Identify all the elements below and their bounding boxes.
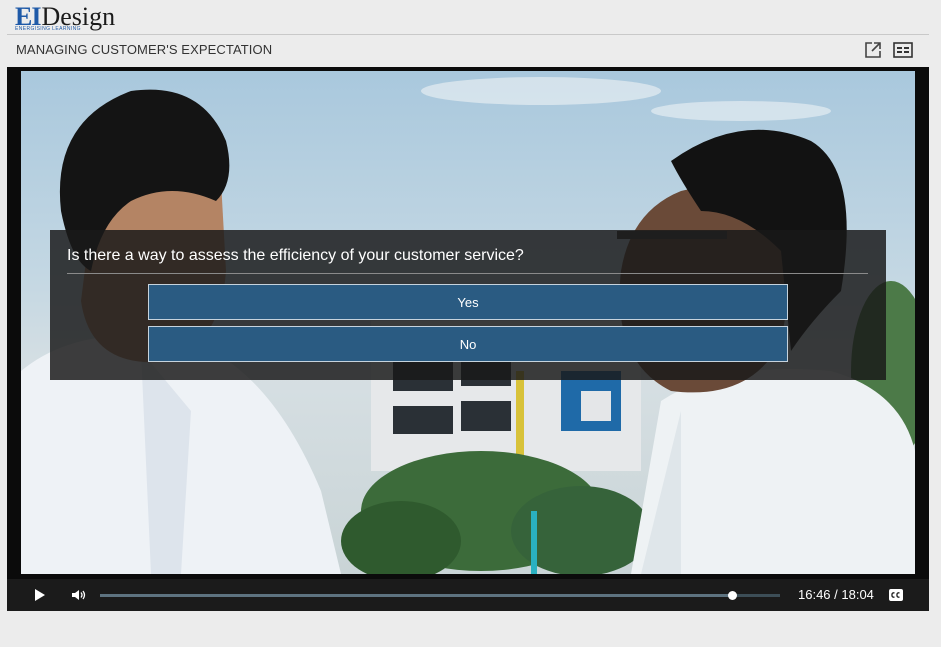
seek-bar[interactable]: [100, 591, 780, 600]
time-display: 16:46 / 18:04: [798, 587, 874, 602]
quiz-divider: [67, 273, 868, 274]
seek-progress: [100, 594, 733, 597]
answer-no-button[interactable]: No: [148, 326, 788, 362]
volume-icon[interactable]: [71, 588, 87, 607]
eidesign-logo: EI Design ENERGISING LEARNING: [15, 4, 115, 33]
player-controls: 16:46 / 18:04: [7, 579, 929, 611]
play-icon[interactable]: [34, 588, 46, 607]
closed-captions-icon[interactable]: [888, 588, 904, 607]
header-divider: [7, 34, 929, 35]
course-title: MANAGING CUSTOMER'S EXPECTATION: [16, 42, 273, 57]
popout-icon[interactable]: [864, 41, 882, 59]
seek-handle[interactable]: [728, 591, 738, 600]
logo-tagline: ENERGISING LEARNING: [15, 26, 81, 32]
answer-yes-button[interactable]: Yes: [148, 284, 788, 320]
quiz-question: Is there a way to assess the efficiency …: [67, 247, 524, 264]
quiz-overlay: Is there a way to assess the efficiency …: [50, 230, 886, 380]
menu-icon[interactable]: [893, 41, 913, 59]
